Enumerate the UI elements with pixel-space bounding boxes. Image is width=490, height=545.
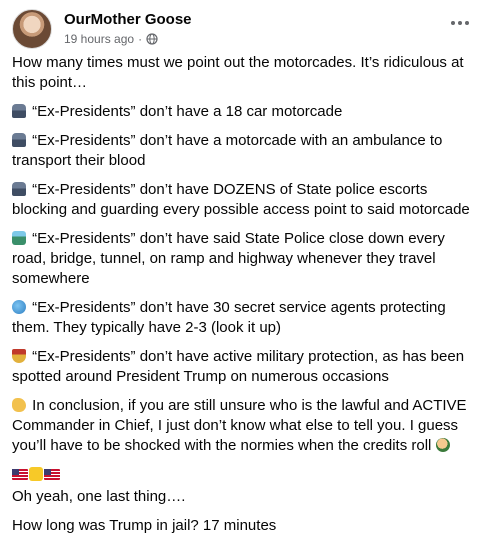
police-car-icon (12, 182, 26, 196)
post-item: “Ex-Presidents” don’t have said State Po… (12, 229, 474, 289)
flags-line (12, 465, 474, 485)
police-car-icon (12, 104, 26, 118)
meta-separator: · (138, 32, 143, 46)
yellow-square-icon (29, 467, 43, 481)
post-item-text: “Ex-Presidents” don’t have a motorcade w… (12, 132, 443, 169)
post-item-text: “Ex-Presidents” don’t have a 18 car moto… (32, 103, 343, 120)
globe-emoji-icon (12, 300, 26, 314)
post-item-text: In conclusion, if you are still unsure w… (12, 397, 467, 454)
post-item-text: “Ex-Presidents” don’t have 30 secret ser… (12, 299, 446, 336)
post-intro: How many times must we point out the mot… (12, 54, 464, 91)
closing-line-2: How long was Trump in jail? 17 minutes (12, 517, 277, 534)
author-name[interactable]: OurMother Goose (64, 11, 192, 28)
post-item: “Ex-Presidents” don’t have a 18 car moto… (12, 102, 474, 122)
post-meta: 19 hours ago · (64, 32, 158, 46)
post-item: “Ex-Presidents” don’t have 30 secret ser… (12, 298, 474, 338)
post-item-text: “Ex-Presidents” don’t have active milita… (12, 348, 465, 385)
post-item: “Ex-Presidents” don’t have a motorcade w… (12, 131, 474, 171)
police-car-icon (12, 133, 26, 147)
post-item-text: “Ex-Presidents” don’t have said State Po… (12, 230, 445, 287)
facebook-post: OurMother Goose 19 hours ago · How many … (0, 0, 490, 534)
post-item: “Ex-Presidents” don’t have active milita… (12, 347, 474, 387)
pointing-hand-icon (12, 398, 26, 412)
railway-icon (12, 231, 26, 245)
post-body: How many times must we point out the mot… (12, 53, 474, 545)
post-item-text: “Ex-Presidents” don’t have DOZENS of Sta… (12, 181, 470, 218)
timestamp[interactable]: 19 hours ago (64, 32, 134, 46)
avatar[interactable] (12, 9, 52, 49)
us-flag-icon (44, 469, 60, 480)
post-item: “Ex-Presidents” don’t have DOZENS of Sta… (12, 180, 474, 220)
military-medal-icon (12, 349, 26, 363)
closing-line-1: Oh yeah, one last thing…. (12, 488, 186, 505)
us-flag-icon (12, 469, 28, 480)
facepalm-icon (435, 438, 450, 452)
post-item: In conclusion, if you are still unsure w… (12, 396, 474, 456)
more-options-icon[interactable] (448, 15, 472, 31)
globe-icon[interactable] (146, 33, 158, 45)
post-header: OurMother Goose 19 hours ago · (12, 9, 478, 49)
